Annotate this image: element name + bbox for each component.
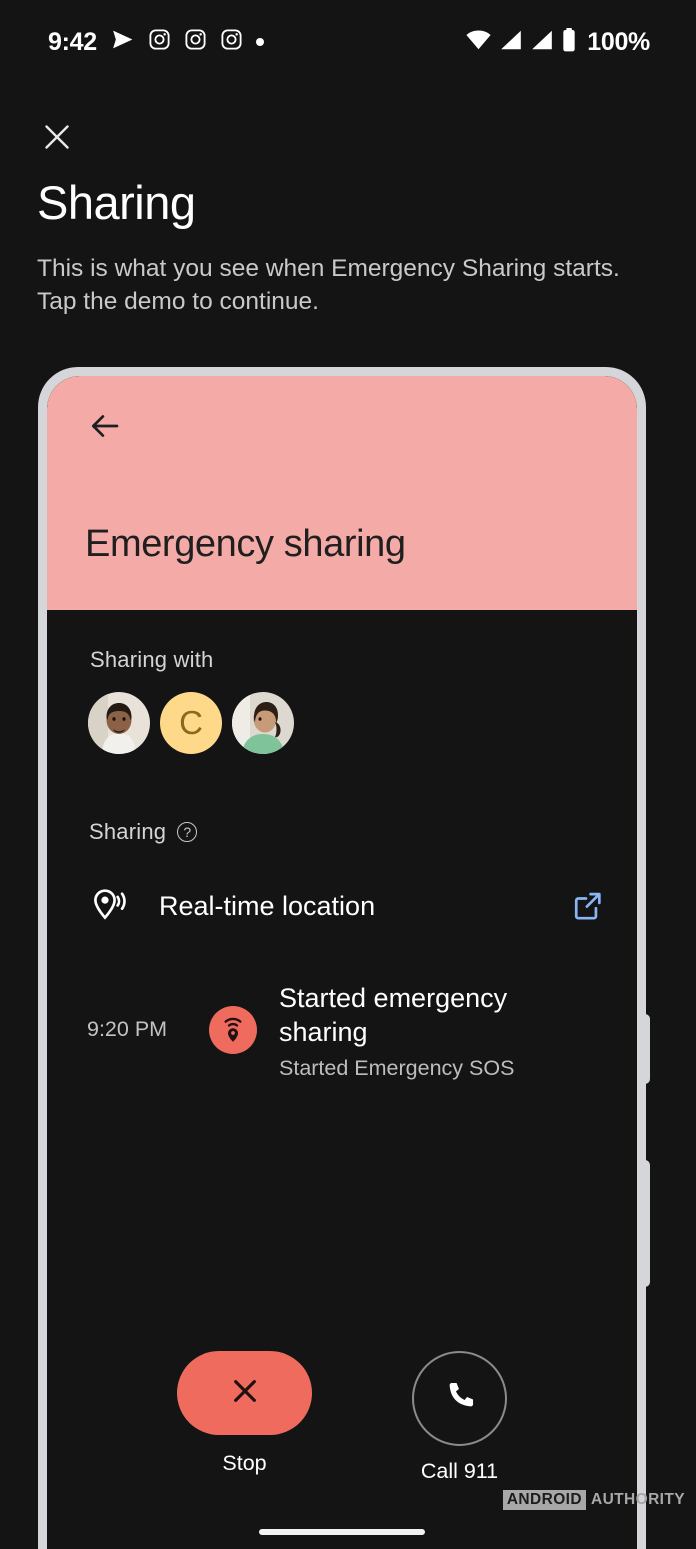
avatar-initial: C (179, 704, 203, 741)
phone-power-button (636, 1014, 650, 1084)
sharing-label: Sharing (89, 819, 167, 844)
page-title: Sharing (37, 176, 196, 229)
stop-action[interactable]: Stop (177, 1351, 312, 1484)
signal-icon (530, 29, 554, 56)
watermark: ANDROID AUTHORITY (502, 1490, 685, 1510)
help-circle-icon[interactable]: ? (177, 822, 198, 842)
close-icon (228, 1374, 262, 1413)
app-screen: 9:42 100% Sharing This is what you see w… (0, 0, 696, 1549)
timeline-text: Started emergency sharing Started Emerge… (279, 981, 579, 1081)
more-notifications-dot-icon (255, 38, 264, 46)
send-icon (110, 27, 135, 57)
emergency-actions: Stop Call 911 (47, 1351, 637, 1484)
instagram-icon (148, 28, 171, 56)
phone-demo-mockup[interactable]: Emergency sharing Sharing with C Sharing… (38, 367, 650, 1549)
real-time-location-label: Real-time location (159, 890, 376, 921)
home-indicator[interactable] (259, 1529, 425, 1535)
sharing-section-header: Sharing ? (89, 819, 198, 845)
stop-button-label: Stop (222, 1451, 267, 1475)
watermark-authority: AUTHORITY (590, 1491, 685, 1508)
avatar[interactable] (232, 692, 294, 754)
watermark-android: ANDROID (502, 1490, 586, 1510)
phone-volume-button (636, 1160, 650, 1287)
location-broadcast-icon (89, 886, 133, 926)
timeline-entry: 9:20 PM Started emergency sharing Starte… (87, 981, 607, 1081)
emergency-sharing-title: Emergency sharing (85, 523, 406, 565)
sharing-with-label: Sharing with (90, 647, 214, 672)
call-911-button-label: Call 911 (420, 1459, 499, 1483)
real-time-location-row[interactable]: Real-time location (89, 886, 605, 926)
external-link-icon[interactable] (571, 889, 605, 923)
phone-screen: Emergency sharing Sharing with C Sharing… (47, 376, 637, 1549)
instagram-icon (184, 28, 207, 56)
battery-icon (561, 27, 577, 57)
call-911-action[interactable]: Call 911 (412, 1351, 507, 1484)
status-bar-clock: 9:42 (48, 27, 97, 56)
close-button[interactable] (38, 120, 76, 158)
status-bar-left: 9:42 (48, 27, 264, 57)
back-arrow-icon (87, 415, 123, 448)
avatar[interactable]: C (160, 692, 222, 754)
timeline-title: Started emergency sharing (279, 983, 508, 1047)
timeline-subtitle: Started Emergency SOS (279, 1056, 515, 1080)
avatar[interactable] (88, 692, 150, 754)
emergency-sharing-hero: Emergency sharing (47, 376, 637, 610)
instagram-icon (220, 28, 243, 56)
call-911-button[interactable] (412, 1351, 507, 1446)
phone-icon (442, 1378, 478, 1419)
signal-icon (499, 29, 523, 56)
battery-percent-label: 100% (587, 27, 650, 56)
close-icon (40, 120, 74, 159)
sharing-with-avatars: C (88, 692, 294, 754)
page-subtitle: This is what you see when Emergency Shar… (37, 255, 620, 315)
emergency-location-icon (209, 1006, 257, 1054)
timeline-time: 9:20 PM (87, 1017, 168, 1041)
status-bar: 9:42 100% (0, 0, 696, 84)
wifi-icon (465, 29, 492, 56)
status-bar-right: 100% (465, 27, 650, 57)
stop-button[interactable] (177, 1351, 312, 1435)
back-button[interactable] (87, 408, 123, 444)
